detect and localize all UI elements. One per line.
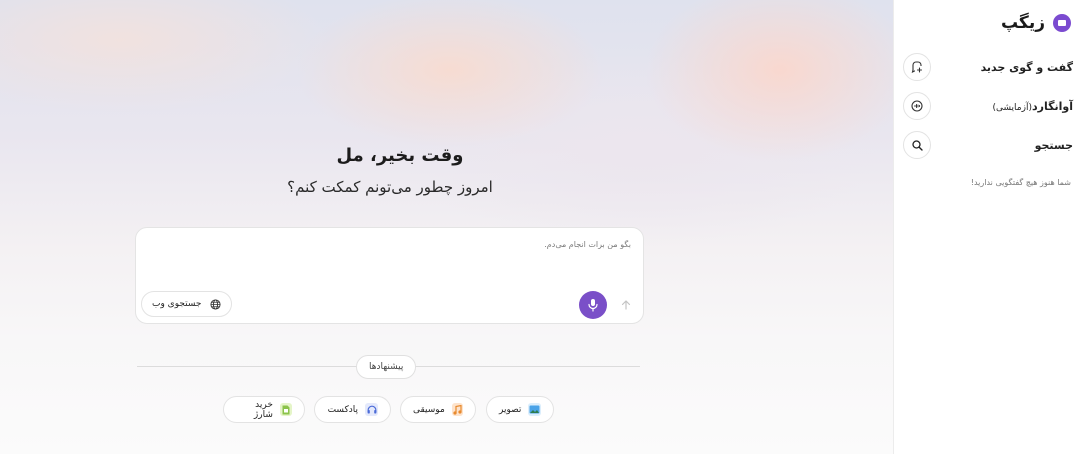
suggestions-label: پیشنهادها xyxy=(356,355,417,379)
new-chat-button[interactable]: گفت و گوی جدید xyxy=(903,53,1073,81)
arrow-up-icon xyxy=(621,300,631,310)
send-button[interactable] xyxy=(618,297,634,313)
avangard-button[interactable]: آوانگارد(آزمایشی) xyxy=(903,92,1073,120)
suggestion-chip-charge[interactable]: خرید شارژ xyxy=(223,396,305,423)
headphones-icon xyxy=(365,403,378,416)
suggestion-chip-label: خرید شارژ xyxy=(253,399,273,420)
sidebar: زیگپ گفت و گوی جدید آوانگارد(آزمایشی) جس… xyxy=(893,0,1080,454)
microphone-icon xyxy=(588,299,598,312)
search-label: جستجو xyxy=(1034,138,1073,152)
microphone-button[interactable] xyxy=(579,291,607,319)
suggestion-chip-label: موسیقی xyxy=(413,404,445,415)
suggestion-chip-music[interactable]: موسیقی xyxy=(400,396,476,423)
new-chat-label: گفت و گوی جدید xyxy=(980,60,1073,74)
sim-card-icon xyxy=(279,403,292,416)
greeting-title: وقت بخیر، مل xyxy=(336,145,464,166)
suggestion-chip-label: تصویر xyxy=(499,404,522,415)
search-icon xyxy=(903,131,931,159)
greeting-subtitle: امروز چطور می‌تونم کمکت کنم؟ xyxy=(287,178,493,196)
experimental-tag: (آزمایشی) xyxy=(992,102,1032,113)
new-chat-icon xyxy=(903,53,931,81)
image-icon xyxy=(528,403,541,416)
app-name: زیگپ xyxy=(1000,13,1045,33)
main-area: وقت بخیر، مل امروز چطور می‌تونم کمکت کنم… xyxy=(0,0,893,454)
suggestion-chip-label: پادکست xyxy=(327,404,358,415)
suggestion-chip-podcast[interactable]: پادکست xyxy=(314,396,391,423)
music-icon xyxy=(451,403,463,416)
brand[interactable]: زیگپ xyxy=(1001,13,1071,33)
empty-conversations-text: شما هنوز هیچ گفتگویی ندارید! xyxy=(970,178,1071,187)
suggestion-chip-image[interactable]: تصویر xyxy=(486,396,554,423)
avangard-label: آوانگارد(آزمایشی) xyxy=(992,99,1073,113)
prompt-box: جستجوی وب xyxy=(135,227,644,324)
globe-icon xyxy=(209,298,221,310)
avangard-icon xyxy=(903,92,931,120)
logo-icon xyxy=(1053,14,1071,32)
web-search-button[interactable]: جستجوی وب xyxy=(141,291,232,317)
web-search-label: جستجوی وب xyxy=(152,299,202,309)
prompt-input[interactable] xyxy=(159,239,633,250)
search-button[interactable]: جستجو xyxy=(903,131,1073,159)
